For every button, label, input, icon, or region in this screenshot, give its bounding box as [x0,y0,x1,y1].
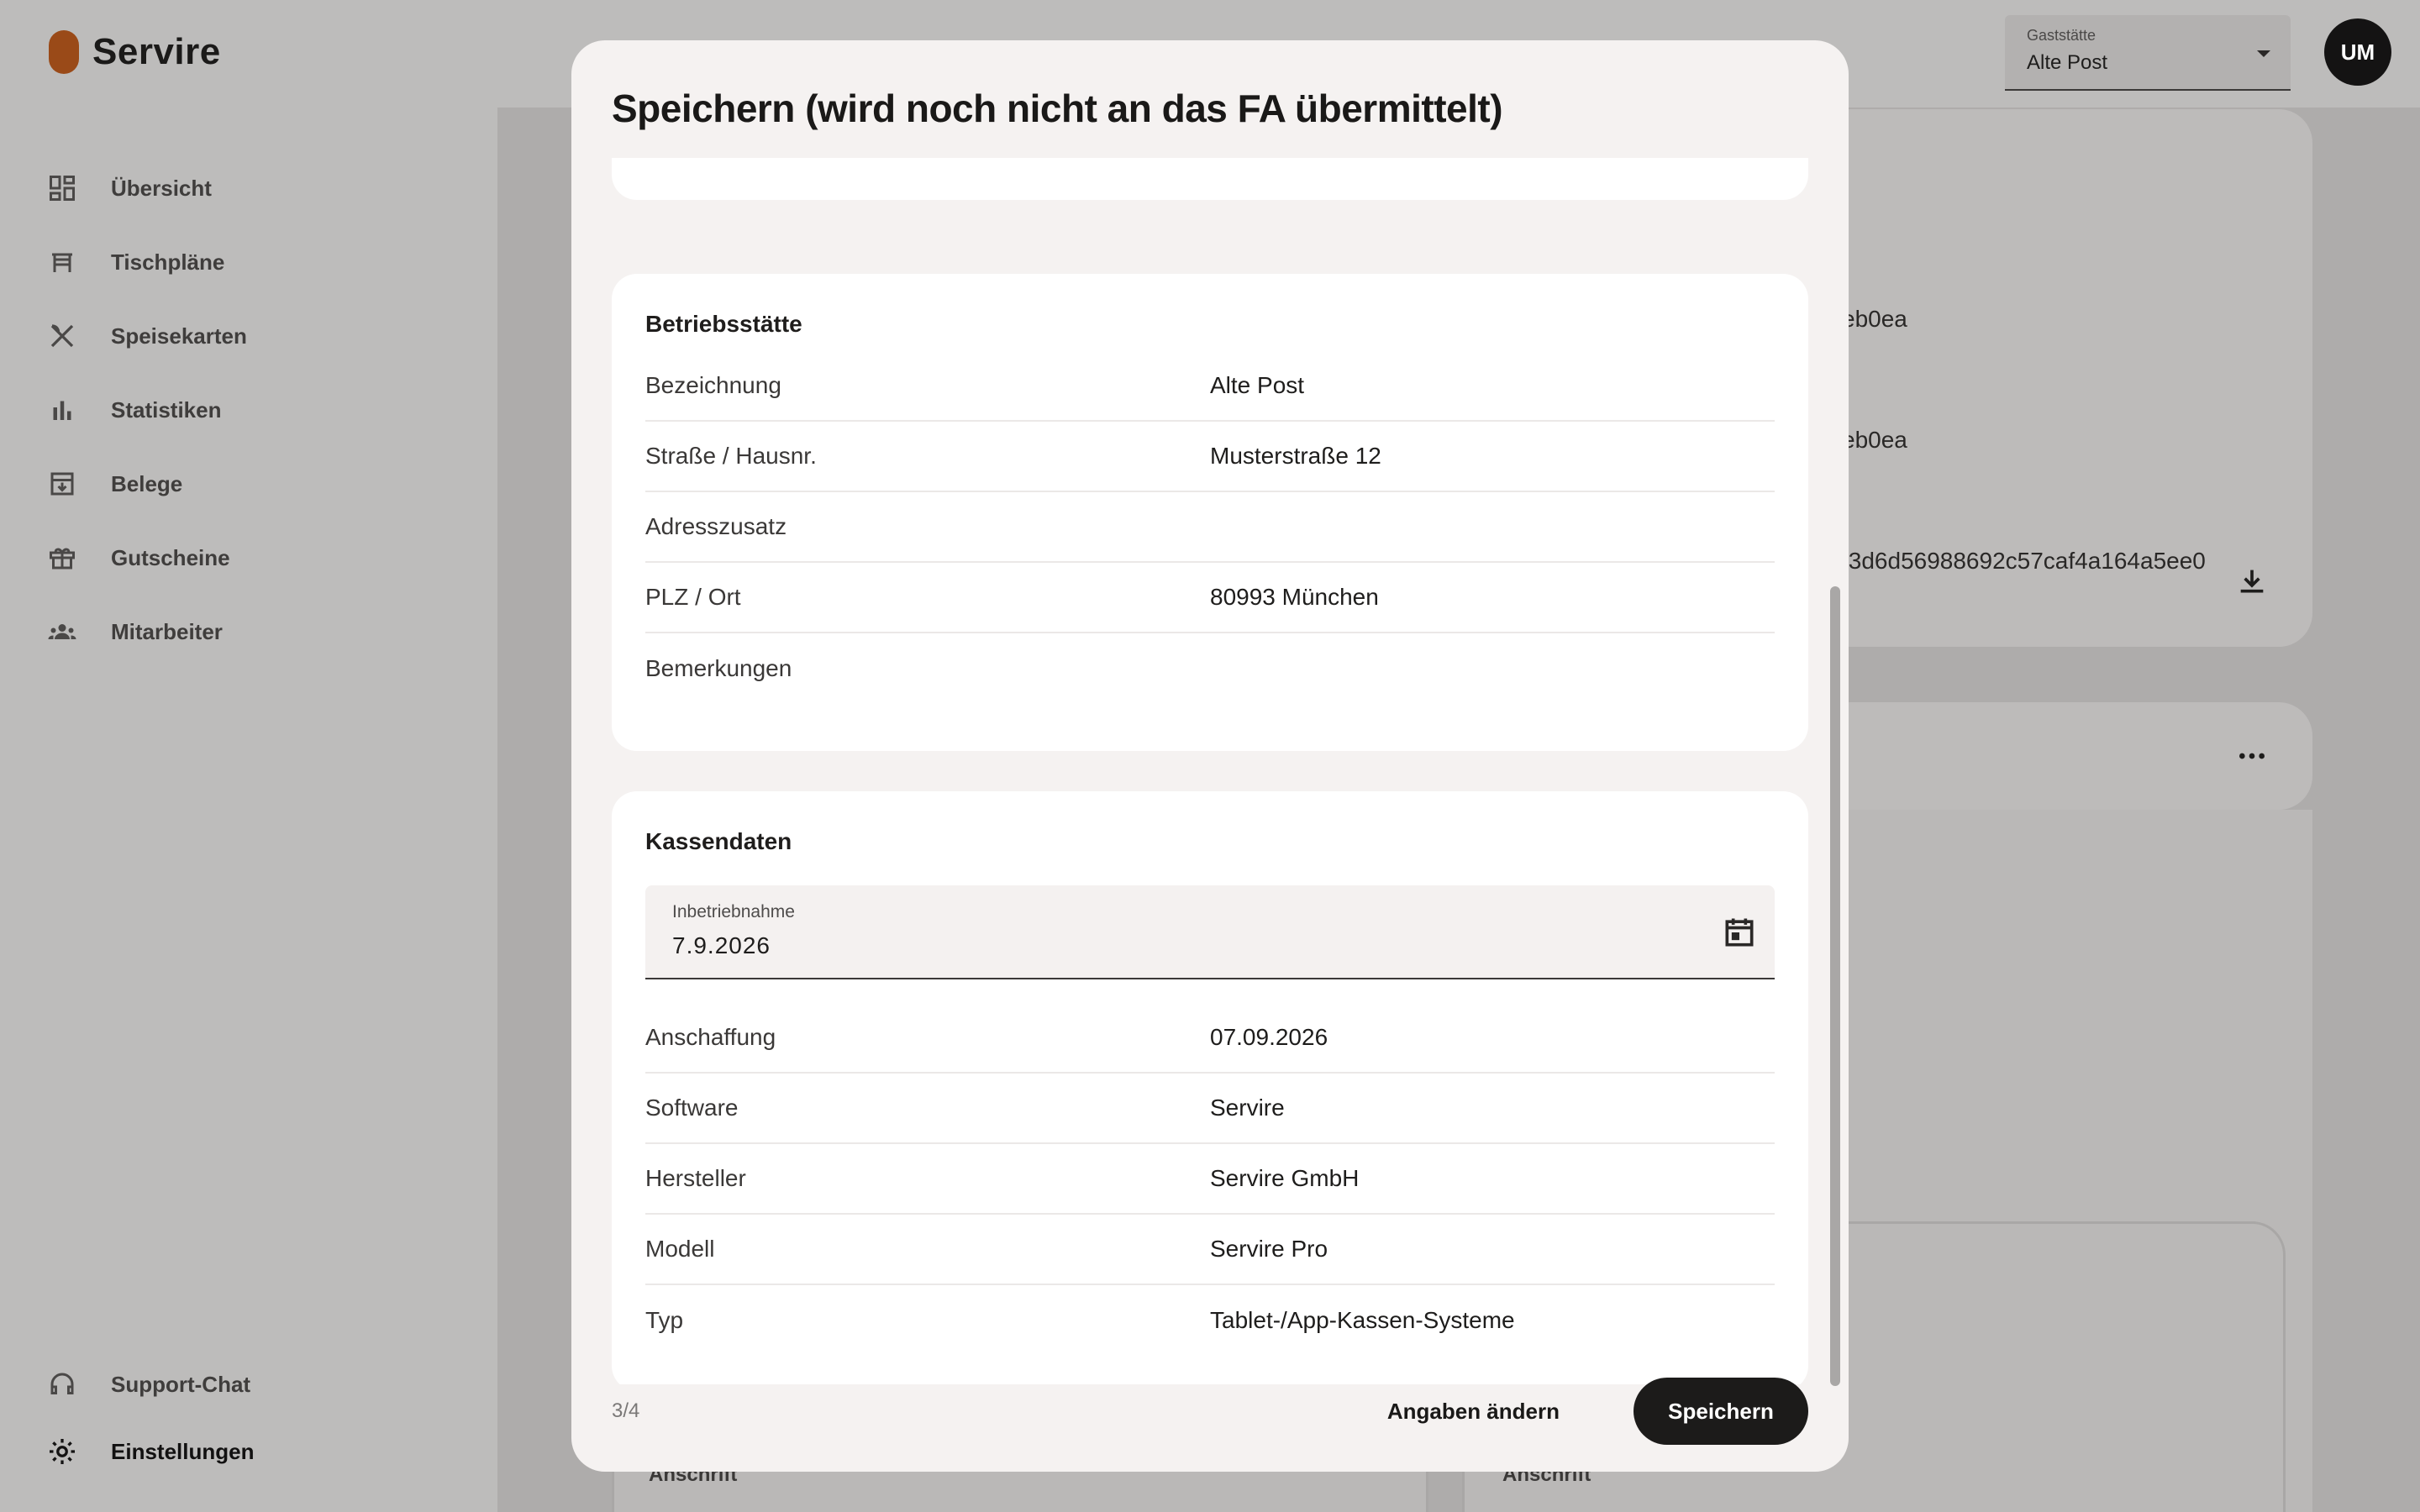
edit-details-button[interactable]: Angaben ändern [1367,1388,1580,1435]
background-hash: f3d6d56988692c57caf4a164a5ee0 [1842,548,2206,574]
dialog-title: Speichern (wird noch nicht an das FA übe… [612,87,1503,130]
sidebar-nav: Übersicht Tischpläne Speisekarten Statis… [47,151,247,669]
sidebar-item-label: Support-Chat [111,1371,251,1397]
gaststaette-value: Alte Post [2027,51,2108,74]
sidebar-item-label: Mitarbeiter [111,618,223,644]
gaststaette-select[interactable]: Gaststätte Alte Post [2005,15,2291,91]
sidebar-item-label: Belege [111,470,183,496]
people-icon [47,617,77,647]
sidebar-item-belege[interactable]: Belege [47,447,247,521]
detail-row: Modell Servire Pro [645,1215,1775,1285]
sidebar-item-speisekarten[interactable]: Speisekarten [47,299,247,373]
row-label: Hersteller [645,1165,746,1191]
row-label: Modell [645,1236,715,1262]
detail-row: Bezeichnung Alte Post [645,351,1775,422]
row-value: Tablet-/App-Kassen-Systeme [1210,1307,1515,1333]
row-label: Adresszusatz [645,513,787,539]
step-indicator: 3/4 [612,1399,640,1422]
table-icon [47,247,77,277]
sidebar-item-label: Einstellungen [111,1438,255,1464]
detail-row: Hersteller Servire GmbH [645,1144,1775,1215]
kassendaten-card: Kassendaten Inbetriebnahme 7.9.2026 Ansc… [612,791,1808,1384]
gaststaette-label: Gaststätte [2027,27,2096,44]
row-value: 07.09.2026 [1210,1024,1328,1050]
utensils-icon [47,321,77,351]
row-value: 80993 München [1210,584,1379,610]
sidebar-item-einstellungen[interactable]: Einstellungen [47,1418,254,1485]
row-label: Anschaffung [645,1024,776,1050]
sidebar-item-label: Statistiken [111,396,222,423]
detail-row: Straße / Hausnr. Musterstraße 12 [645,422,1775,492]
inbetriebnahme-date-field[interactable]: Inbetriebnahme 7.9.2026 [645,885,1775,979]
brand[interactable]: Servire [49,30,221,74]
date-field-label: Inbetriebnahme [672,902,795,921]
more-icon[interactable] [2235,739,2269,773]
dialog-footer: 3/4 Angaben ändern Speichern [612,1378,1808,1445]
sidebar-item-gutscheine[interactable]: Gutscheine [47,521,247,595]
dashboard-icon [47,173,77,203]
sidebar-item-tischplaene[interactable]: Tischpläne [47,225,247,299]
detail-row: Adresszusatz [645,492,1775,563]
row-label: PLZ / Ort [645,584,741,610]
brand-name: Servire [92,31,221,72]
sidebar: Servire Übersicht Tischpläne Speisekarte… [0,0,497,1512]
bar-chart-icon [47,395,77,425]
detail-row: Typ Tablet-/App-Kassen-Systeme [645,1285,1775,1356]
row-label: Software [645,1095,739,1121]
receipt-archive-icon [47,469,77,499]
detail-row: Anschaffung 07.09.2026 [645,1003,1775,1074]
scrollbar[interactable] [1830,586,1840,1386]
section-heading: Kassendaten [645,828,792,854]
gift-icon [47,543,77,573]
chevron-down-icon [2257,50,2270,57]
sidebar-item-mitarbeiter[interactable]: Mitarbeiter [47,595,247,669]
betriebsstaette-card: Betriebsstätte Bezeichnung Alte Post Str… [612,274,1808,751]
row-label: Typ [645,1307,684,1333]
save-button[interactable]: Speichern [1634,1378,1808,1445]
sidebar-item-support-chat[interactable]: Support-Chat [47,1351,254,1418]
logo-icon [49,30,79,74]
dialog-scroll-area[interactable]: Betriebsstätte Bezeichnung Alte Post Str… [612,158,1813,1384]
detail-row: PLZ / Ort 80993 München [645,563,1775,633]
sidebar-item-uebersicht[interactable]: Übersicht [47,151,247,225]
row-value: Servire Pro [1210,1236,1328,1262]
avatar[interactable]: UM [2324,18,2391,86]
row-label: Bezeichnung [645,372,781,398]
sidebar-item-label: Übersicht [111,175,212,201]
date-field-value: 7.9.2026 [672,932,771,958]
row-label: Straße / Hausnr. [645,443,817,469]
sidebar-item-label: Gutscheine [111,544,230,570]
row-value: Servire [1210,1095,1285,1121]
background-hash: eb0ea [1842,306,1907,332]
detail-row: Bemerkungen [645,633,1775,704]
calendar-icon[interactable] [1721,914,1758,951]
row-value: Musterstraße 12 [1210,443,1381,469]
sidebar-bottom-nav: Support-Chat Einstellungen [47,1351,254,1485]
save-dialog: Speichern (wird noch nicht an das FA übe… [571,40,1849,1472]
sidebar-item-label: Tischpläne [111,249,225,275]
previous-section-card [612,158,1808,200]
sidebar-item-statistiken[interactable]: Statistiken [47,373,247,447]
row-value: Alte Post [1210,372,1305,398]
section-heading: Betriebsstätte [645,311,802,337]
detail-row: Software Servire [645,1074,1775,1144]
row-value: Servire GmbH [1210,1165,1360,1191]
download-icon[interactable] [2235,564,2269,598]
gear-icon [47,1436,77,1467]
headset-icon [47,1369,77,1399]
row-label: Bemerkungen [645,655,792,681]
sidebar-item-label: Speisekarten [111,323,247,349]
background-hash: eb0ea [1842,427,1907,453]
